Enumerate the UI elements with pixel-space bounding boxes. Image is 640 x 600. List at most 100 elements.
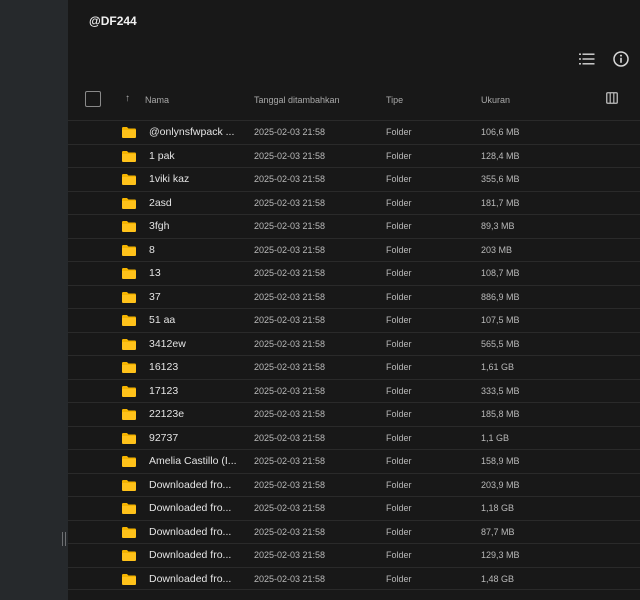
file-type: Folder — [386, 174, 412, 184]
table-row[interactable]: 1viki kaz 2025-02-03 21:58 Folder 355,6 … — [68, 167, 640, 191]
file-name: 17123 — [149, 384, 179, 397]
file-date-added: 2025-02-03 21:58 — [254, 221, 326, 231]
folder-icon — [122, 291, 136, 303]
table-row[interactable]: 92737 2025-02-03 21:58 Folder 1,1 GB — [68, 425, 640, 450]
column-header-type[interactable]: Tipe — [386, 95, 403, 105]
file-date-added: 2025-02-03 21:58 — [254, 503, 326, 513]
table-row[interactable]: 2asd 2025-02-03 21:58 Folder 181,7 MB — [68, 190, 640, 215]
folder-icon — [122, 221, 136, 232]
column-header-name[interactable]: Nama — [145, 95, 169, 105]
file-size: 1,48 GB — [481, 573, 515, 584]
column-header-size[interactable]: Ukuran — [481, 95, 510, 105]
file-date-added: 2025-02-03 21:58 — [254, 526, 326, 537]
info-button[interactable] — [610, 48, 632, 70]
file-browser: @DF244 ↑ Nama Tanggal ditambahkan Tipe U… — [68, 0, 640, 600]
file-date-added: 2025-02-03 21:58 — [254, 409, 326, 419]
file-name: Downloaded fro... — [149, 478, 232, 491]
table-row[interactable]: @onlynsfwpack ... 2025-02-03 21:58 Folde… — [68, 120, 640, 144]
table-row[interactable]: 8 2025-02-03 21:58 Folder 203 MB — [68, 237, 640, 262]
folder-icon — [122, 550, 136, 561]
column-header-date-added[interactable]: Tanggal ditambahkan — [254, 95, 340, 105]
file-size: 333,5 MB — [481, 385, 520, 396]
list-view-button[interactable] — [576, 48, 598, 70]
file-date-added: 2025-02-03 21:58 — [254, 244, 326, 255]
file-date-added: 2025-02-03 21:58 — [254, 268, 326, 278]
file-size: 108,7 MB — [481, 268, 520, 278]
table-row[interactable]: 1 pak 2025-02-03 21:58 Folder 128,4 MB — [68, 143, 640, 168]
file-type: Folder — [386, 409, 412, 419]
folder-icon — [122, 244, 136, 256]
file-date-added: 2025-02-03 21:58 — [254, 291, 326, 302]
file-name: 16123 — [149, 361, 179, 373]
folder-icon — [122, 573, 136, 585]
folder-icon — [122, 409, 136, 420]
file-name: Downloaded fro... — [149, 502, 232, 514]
file-size: 89,3 MB — [481, 221, 515, 231]
file-type: Folder — [386, 432, 412, 443]
file-size: 1,18 GB — [481, 503, 515, 513]
table-row[interactable]: 51 aa 2025-02-03 21:58 Folder 107,5 MB — [68, 308, 640, 332]
info-icon — [613, 51, 629, 67]
file-size: 1,1 GB — [481, 432, 510, 443]
column-settings-icon[interactable] — [606, 92, 618, 104]
table-row[interactable]: 16123 2025-02-03 21:58 Folder 1,61 GB — [68, 355, 640, 379]
file-type: Folder — [386, 550, 412, 560]
file-list: @onlynsfwpack ... 2025-02-03 21:58 Folde… — [68, 120, 640, 590]
file-size: 128,4 MB — [481, 150, 520, 161]
file-date-added: 2025-02-03 21:58 — [254, 479, 326, 490]
list-view-icon — [579, 53, 595, 65]
file-date-added: 2025-02-03 21:58 — [254, 127, 326, 137]
file-name: Amelia Castillo (I... — [149, 455, 237, 467]
file-date-added: 2025-02-03 21:58 — [254, 338, 326, 349]
file-type: Folder — [386, 291, 412, 302]
table-row[interactable]: 37 2025-02-03 21:58 Folder 886,9 MB — [68, 284, 640, 309]
sort-arrow-up-icon[interactable]: ↑ — [125, 93, 130, 104]
file-type: Folder — [386, 503, 412, 513]
table-row[interactable]: Downloaded fro... 2025-02-03 21:58 Folde… — [68, 566, 640, 590]
file-name: Downloaded fro... — [149, 572, 232, 585]
file-name: 13 — [149, 267, 161, 279]
file-name: Downloaded fro... — [149, 549, 232, 561]
folder-icon — [122, 174, 136, 185]
file-type: Folder — [386, 244, 412, 255]
file-date-added: 2025-02-03 21:58 — [254, 174, 326, 184]
file-name: 37 — [149, 290, 161, 303]
file-type: Folder — [386, 479, 412, 490]
file-date-added: 2025-02-03 21:58 — [254, 197, 326, 208]
table-row[interactable]: 17123 2025-02-03 21:58 Folder 333,5 MB — [68, 378, 640, 403]
folder-icon — [122, 385, 136, 397]
file-type: Folder — [386, 150, 412, 161]
file-size: 203 MB — [481, 244, 513, 255]
file-type: Folder — [386, 385, 412, 396]
table-row[interactable]: Amelia Castillo (I... 2025-02-03 21:58 F… — [68, 449, 640, 473]
table-row[interactable]: Downloaded fro... 2025-02-03 21:58 Folde… — [68, 543, 640, 567]
table-row[interactable]: Downloaded fro... 2025-02-03 21:58 Folde… — [68, 496, 640, 520]
file-date-added: 2025-02-03 21:58 — [254, 362, 326, 372]
table-row[interactable]: Downloaded fro... 2025-02-03 21:58 Folde… — [68, 519, 640, 544]
file-size: 87,7 MB — [481, 526, 515, 537]
table-row[interactable]: 22123e 2025-02-03 21:58 Folder 185,8 MB — [68, 402, 640, 426]
folder-icon — [122, 197, 136, 209]
table-row[interactable]: 3fgh 2025-02-03 21:58 Folder 89,3 MB — [68, 214, 640, 238]
select-all-checkbox[interactable] — [85, 91, 101, 107]
table-row[interactable]: Downloaded fro... 2025-02-03 21:58 Folde… — [68, 472, 640, 497]
file-size: 129,3 MB — [481, 550, 520, 560]
table-row[interactable]: 3412ew 2025-02-03 21:58 Folder 565,5 MB — [68, 331, 640, 356]
file-size: 355,6 MB — [481, 174, 520, 184]
file-type: Folder — [386, 221, 412, 231]
file-name: 2asd — [149, 196, 172, 209]
file-date-added: 2025-02-03 21:58 — [254, 432, 326, 443]
folder-icon — [122, 503, 136, 514]
file-size: 158,9 MB — [481, 456, 520, 466]
file-name: Downloaded fro... — [149, 525, 232, 538]
table-row[interactable]: 13 2025-02-03 21:58 Folder 108,7 MB — [68, 261, 640, 285]
file-name: 8 — [149, 243, 155, 256]
file-name: 1 pak — [149, 149, 175, 162]
file-name: @onlynsfwpack ... — [149, 126, 235, 138]
file-size: 106,6 MB — [481, 127, 520, 137]
file-size: 181,7 MB — [481, 197, 520, 208]
file-date-added: 2025-02-03 21:58 — [254, 456, 326, 466]
folder-icon — [122, 479, 136, 491]
file-name: 1viki kaz — [149, 173, 190, 185]
file-date-added: 2025-02-03 21:58 — [254, 385, 326, 396]
